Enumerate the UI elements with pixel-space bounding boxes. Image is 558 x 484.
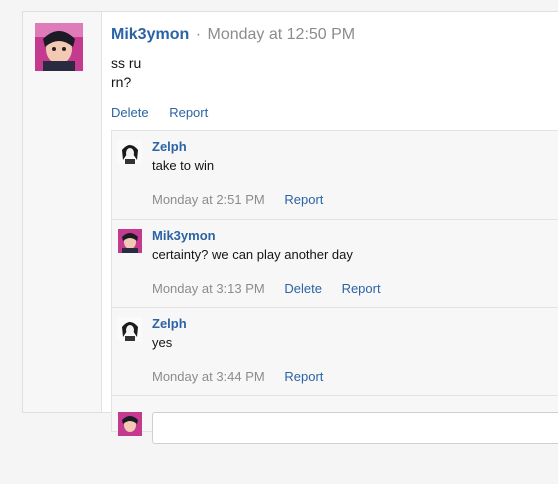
comment-item: Mik3ymon certainty? we can play another … xyxy=(112,219,558,308)
report-comment-link[interactable]: Report xyxy=(342,281,381,296)
comment-list: Zelph take to win Monday at 2:51 PM Repo… xyxy=(111,130,558,444)
post-body-line: ss ru xyxy=(111,55,142,71)
post-body: ss ru rn? xyxy=(111,54,141,92)
comment-author-link[interactable]: Mik3ymon xyxy=(152,228,216,243)
comment-timestamp[interactable]: Monday at 3:44 PM xyxy=(152,369,265,384)
comment-avatar[interactable] xyxy=(118,317,142,341)
delete-post-link[interactable]: Delete xyxy=(111,105,149,120)
comment-text: take to win xyxy=(152,158,215,173)
post-header: Mik3ymon · Monday at 12:50 PM xyxy=(111,26,355,44)
page-gutter xyxy=(0,0,24,406)
delete-comment-link[interactable]: Delete xyxy=(284,281,322,296)
comment-timestamp[interactable]: Monday at 3:13 PM xyxy=(152,281,265,296)
comment-avatar[interactable] xyxy=(118,229,142,253)
comment-meta: Monday at 2:51 PM Report xyxy=(152,192,323,207)
reply-input[interactable] xyxy=(152,412,558,444)
comment-item: Zelph take to win Monday at 2:51 PM Repo… xyxy=(112,131,558,219)
comment-author-link[interactable]: Zelph xyxy=(152,139,187,154)
post-actions: Delete Report xyxy=(111,105,208,120)
comment-timestamp[interactable]: Monday at 2:51 PM xyxy=(152,192,265,207)
comment-author-link[interactable]: Zelph xyxy=(152,316,187,331)
report-comment-link[interactable]: Report xyxy=(284,192,323,207)
comment-avatar[interactable] xyxy=(118,140,142,164)
comment-meta: Monday at 3:13 PM Delete Report xyxy=(152,281,381,296)
post-avatar-column xyxy=(23,12,102,412)
comment-text: yes xyxy=(152,335,173,350)
current-user-avatar[interactable] xyxy=(118,412,142,436)
comment-reply-row xyxy=(112,395,558,484)
post-author-link[interactable]: Mik3ymon xyxy=(111,26,189,43)
post-body-line: rn? xyxy=(111,74,132,90)
comment-text: certainty? we can play another day xyxy=(152,247,353,262)
comment-item: Zelph yes Monday at 3:44 PM Report xyxy=(112,307,558,396)
report-post-link[interactable]: Report xyxy=(169,105,208,120)
post-timestamp[interactable]: Monday at 12:50 PM xyxy=(207,26,355,43)
comment-meta: Monday at 3:44 PM Report xyxy=(152,369,323,384)
avatar[interactable] xyxy=(35,23,83,71)
report-comment-link[interactable]: Report xyxy=(284,369,323,384)
header-separator: · xyxy=(195,26,202,43)
profile-post: Mik3ymon · Monday at 12:50 PM ss ru rn? … xyxy=(22,11,558,444)
